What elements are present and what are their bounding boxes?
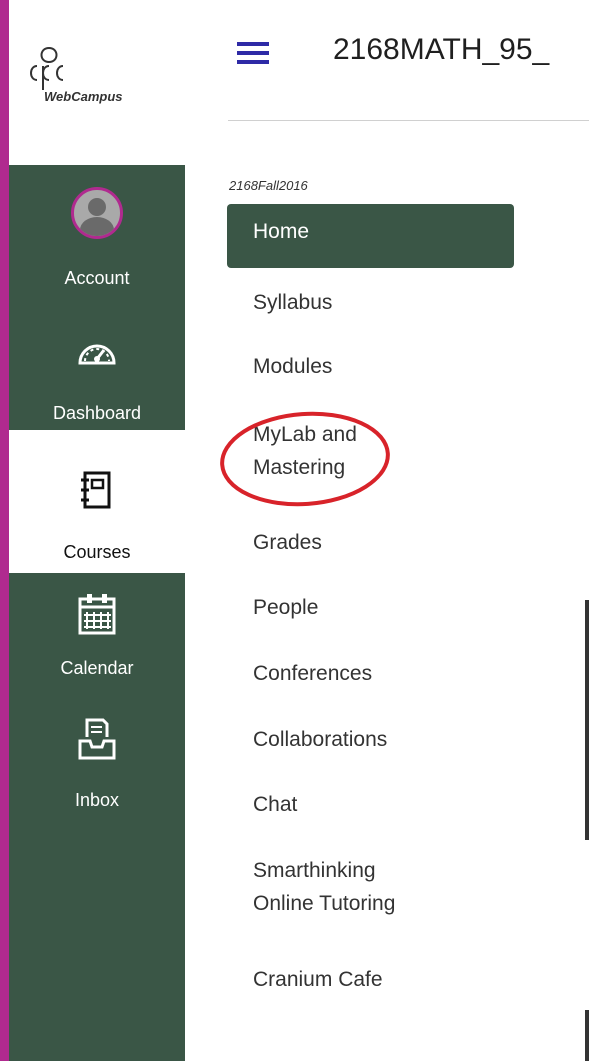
course-nav-conferences[interactable]: Conferences xyxy=(253,657,372,690)
brand-accent-edge xyxy=(0,0,9,1061)
hamburger-menu-icon[interactable] xyxy=(237,42,269,68)
logo-text: WebCampus xyxy=(44,89,123,104)
course-nav-people[interactable]: People xyxy=(253,591,318,624)
course-nav-smarthinking[interactable]: Smarthinking Online Tutoring xyxy=(253,854,395,920)
course-nav-cranium-cafe[interactable]: Cranium Cafe xyxy=(253,963,383,996)
global-nav-label: Calendar xyxy=(60,658,134,678)
global-nav-label: Inbox xyxy=(74,790,120,810)
calendar-icon xyxy=(78,594,116,635)
course-nav-label-line: Online Tutoring xyxy=(253,892,396,915)
highlight-circle-annotation xyxy=(220,411,390,507)
course-nav-modules[interactable]: Modules xyxy=(253,350,332,383)
avatar-icon xyxy=(71,187,123,239)
course-nav-label-line: Smarthinking xyxy=(253,859,376,882)
inbox-icon xyxy=(78,718,116,760)
course-nav-syllabus[interactable]: Syllabus xyxy=(253,286,332,319)
global-nav-label: Account xyxy=(64,268,130,288)
global-nav-label: Dashboard xyxy=(52,403,142,423)
course-nav-collaborations[interactable]: Collaborations xyxy=(253,723,387,756)
course-title[interactable]: 2168MATH_95_ xyxy=(333,33,549,67)
notebook-icon xyxy=(81,471,111,509)
content-edge xyxy=(585,1010,589,1061)
course-nav-chat[interactable]: Chat xyxy=(253,788,297,821)
course-nav-grades[interactable]: Grades xyxy=(253,526,322,559)
global-navigation: Account Dashboard Courses Calendar Inbox xyxy=(9,165,185,1061)
csn-logo-icon xyxy=(30,47,64,90)
header-divider xyxy=(228,120,589,121)
logo[interactable]: WebCampus xyxy=(9,0,185,165)
global-nav-inbox[interactable]: Inbox xyxy=(9,705,185,825)
speedometer-icon xyxy=(78,344,116,365)
global-nav-courses[interactable]: Courses xyxy=(9,430,185,573)
course-nav-label[interactable]: Home xyxy=(253,220,309,244)
global-nav-dashboard[interactable]: Dashboard xyxy=(9,295,185,430)
course-term: 2168Fall2016 xyxy=(229,178,308,193)
global-nav-label: Courses xyxy=(63,542,131,562)
global-nav-calendar[interactable]: Calendar xyxy=(9,573,185,705)
global-nav-account[interactable]: Account xyxy=(9,165,185,295)
content-edge xyxy=(585,600,589,840)
